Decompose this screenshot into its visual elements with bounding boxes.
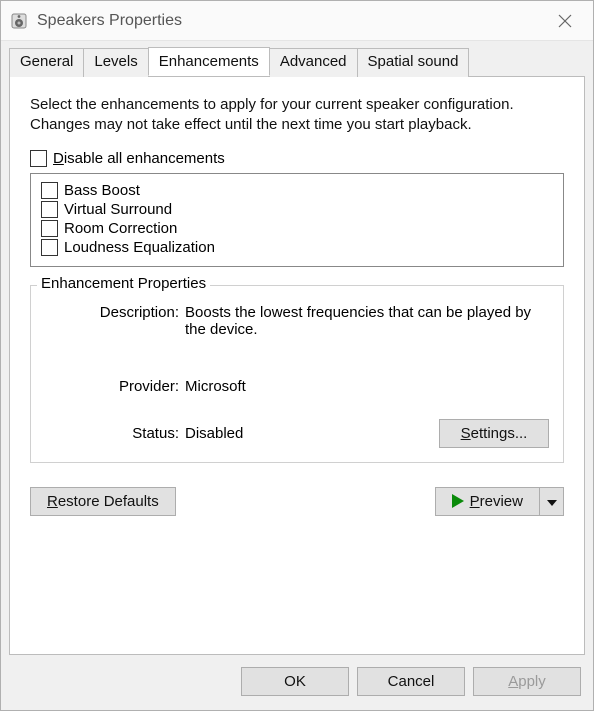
provider-label: Provider: (45, 378, 185, 395)
loudness-eq-label[interactable]: Loudness Equalization (64, 239, 215, 256)
provider-row: Provider: Microsoft (45, 378, 549, 395)
play-icon (452, 494, 464, 508)
cancel-button[interactable]: Cancel (357, 667, 465, 696)
bass-boost-label[interactable]: Bass Boost (64, 182, 140, 199)
list-item: Room Correction (41, 220, 553, 237)
disable-all-label[interactable]: Disable all enhancements (53, 150, 225, 167)
tab-enhancements[interactable]: Enhancements (148, 47, 270, 76)
speaker-icon (9, 11, 29, 31)
status-label: Status: (45, 425, 185, 442)
restore-defaults-button[interactable]: Restore Defaults (30, 487, 176, 516)
room-correction-label[interactable]: Room Correction (64, 220, 177, 237)
tab-levels[interactable]: Levels (83, 48, 148, 77)
enhancement-properties-group: Enhancement Properties Description: Boos… (30, 285, 564, 463)
intro-text: Select the enhancements to apply for you… (30, 95, 564, 136)
description-value: Boosts the lowest frequencies that can b… (185, 304, 549, 338)
window-title: Speakers Properties (37, 12, 182, 30)
preview-split-button: Preview (435, 487, 564, 516)
provider-value: Microsoft (185, 378, 549, 395)
description-row: Description: Boosts the lowest frequenci… (45, 304, 549, 338)
preview-button[interactable]: Preview (435, 487, 540, 516)
status-row: Status: Disabled Settings... (45, 419, 549, 448)
virtual-surround-label[interactable]: Virtual Surround (64, 201, 172, 218)
list-item: Loudness Equalization (41, 239, 553, 256)
apply-button[interactable]: Apply (473, 667, 581, 696)
enhancements-panel: Select the enhancements to apply for you… (9, 76, 585, 655)
preview-dropdown-button[interactable] (540, 487, 564, 516)
settings-button[interactable]: Settings... (439, 419, 549, 448)
ok-button[interactable]: OK (241, 667, 349, 696)
virtual-surround-checkbox[interactable] (41, 201, 58, 218)
dialog-buttons: OK Cancel Apply (1, 655, 593, 710)
tab-strip: General Levels Enhancements Advanced Spa… (9, 47, 585, 76)
status-value: Disabled (185, 425, 439, 442)
list-item: Bass Boost (41, 182, 553, 199)
speakers-properties-window: Speakers Properties General Levels Enhan… (0, 0, 594, 711)
tab-general[interactable]: General (9, 48, 84, 77)
content-area: General Levels Enhancements Advanced Spa… (1, 41, 593, 655)
bass-boost-checkbox[interactable] (41, 182, 58, 199)
description-label: Description: (45, 304, 185, 338)
panel-actions: Restore Defaults Preview (30, 463, 564, 516)
tab-advanced[interactable]: Advanced (269, 48, 358, 77)
properties-legend: Enhancement Properties (37, 275, 210, 292)
enhancements-list: Bass Boost Virtual Surround Room Correct… (30, 173, 564, 267)
list-item: Virtual Surround (41, 201, 553, 218)
disable-all-checkbox[interactable] (30, 150, 47, 167)
tab-spatial-sound[interactable]: Spatial sound (357, 48, 470, 77)
room-correction-checkbox[interactable] (41, 220, 58, 237)
loudness-eq-checkbox[interactable] (41, 239, 58, 256)
disable-all-row: Disable all enhancements (30, 150, 564, 167)
titlebar[interactable]: Speakers Properties (1, 1, 593, 41)
close-icon[interactable] (545, 1, 585, 41)
chevron-down-icon (547, 493, 557, 510)
